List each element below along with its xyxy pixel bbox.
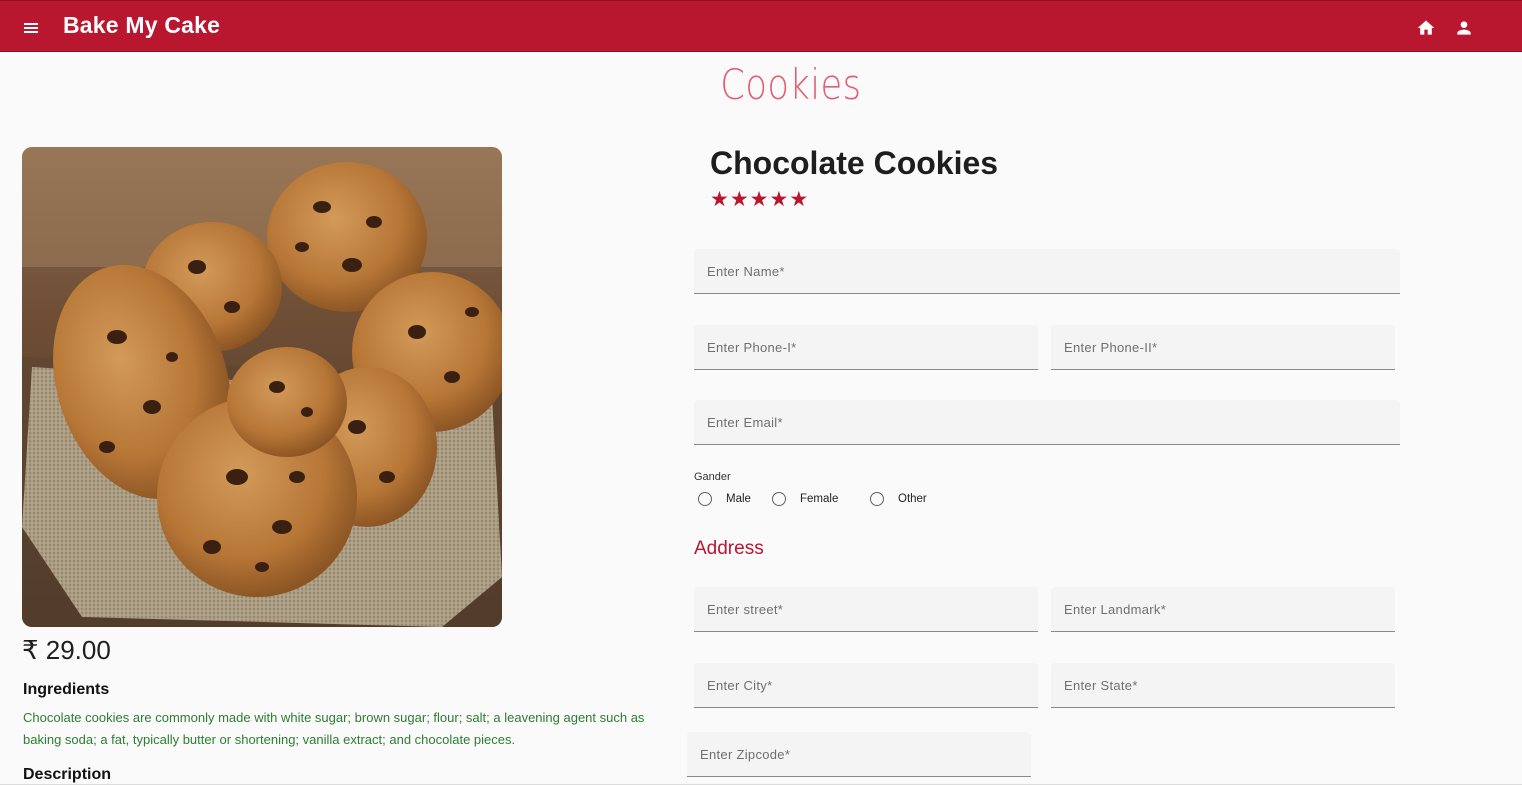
landmark-field bbox=[1051, 587, 1395, 632]
state-field bbox=[1051, 663, 1395, 708]
brand-title[interactable]: Bake My Cake bbox=[63, 12, 220, 39]
phone1-field bbox=[694, 325, 1038, 370]
radio-circle-icon[interactable] bbox=[772, 492, 786, 506]
radio-label: Other bbox=[898, 493, 927, 505]
name-field bbox=[694, 249, 1400, 294]
state-input[interactable] bbox=[1051, 663, 1395, 707]
star-icon: ★ bbox=[729, 188, 749, 211]
star-icon: ★ bbox=[769, 188, 789, 211]
gender-label: Gander bbox=[694, 471, 731, 483]
top-toolbar: Bake My Cake bbox=[0, 0, 1522, 52]
address-heading: Address bbox=[694, 538, 764, 559]
star-icon: ★ bbox=[710, 188, 729, 211]
star-icon: ★ bbox=[789, 188, 809, 211]
product-name: Chocolate Cookies bbox=[710, 145, 999, 181]
product-image bbox=[22, 147, 502, 627]
description-heading: Description bbox=[23, 766, 112, 783]
zipcode-input[interactable] bbox=[687, 732, 1031, 776]
star-rating: ★ ★ ★ ★ ★ bbox=[710, 189, 808, 211]
ingredients-heading: Ingredients bbox=[23, 681, 110, 698]
gender-radio-other[interactable]: Other bbox=[870, 492, 927, 506]
phone2-input[interactable] bbox=[1051, 325, 1395, 369]
star-icon: ★ bbox=[749, 188, 769, 211]
street-field bbox=[694, 587, 1038, 632]
street-input[interactable] bbox=[694, 587, 1038, 631]
name-input[interactable] bbox=[694, 249, 1400, 293]
account-icon[interactable] bbox=[1454, 18, 1474, 38]
category-title: Cookies bbox=[720, 60, 862, 109]
city-field bbox=[694, 663, 1038, 708]
phone2-field bbox=[1051, 325, 1395, 370]
radio-circle-icon[interactable] bbox=[870, 492, 884, 506]
ingredients-text: Chocolate cookies are commonly made with… bbox=[23, 710, 645, 747]
email-input[interactable] bbox=[694, 400, 1400, 444]
radio-circle-icon[interactable] bbox=[698, 492, 712, 506]
gender-radio-male[interactable]: Male bbox=[698, 492, 751, 506]
landmark-input[interactable] bbox=[1051, 587, 1395, 631]
menu-icon[interactable] bbox=[19, 15, 45, 39]
zipcode-field bbox=[687, 732, 1031, 777]
product-price: ₹ 29.00 bbox=[22, 635, 111, 665]
home-icon[interactable] bbox=[1416, 18, 1436, 38]
radio-label: Male bbox=[726, 493, 751, 505]
gender-radio-female[interactable]: Female bbox=[772, 492, 838, 506]
city-input[interactable] bbox=[694, 663, 1038, 707]
radio-label: Female bbox=[800, 493, 839, 505]
email-field bbox=[694, 400, 1400, 445]
phone1-input[interactable] bbox=[694, 325, 1038, 369]
